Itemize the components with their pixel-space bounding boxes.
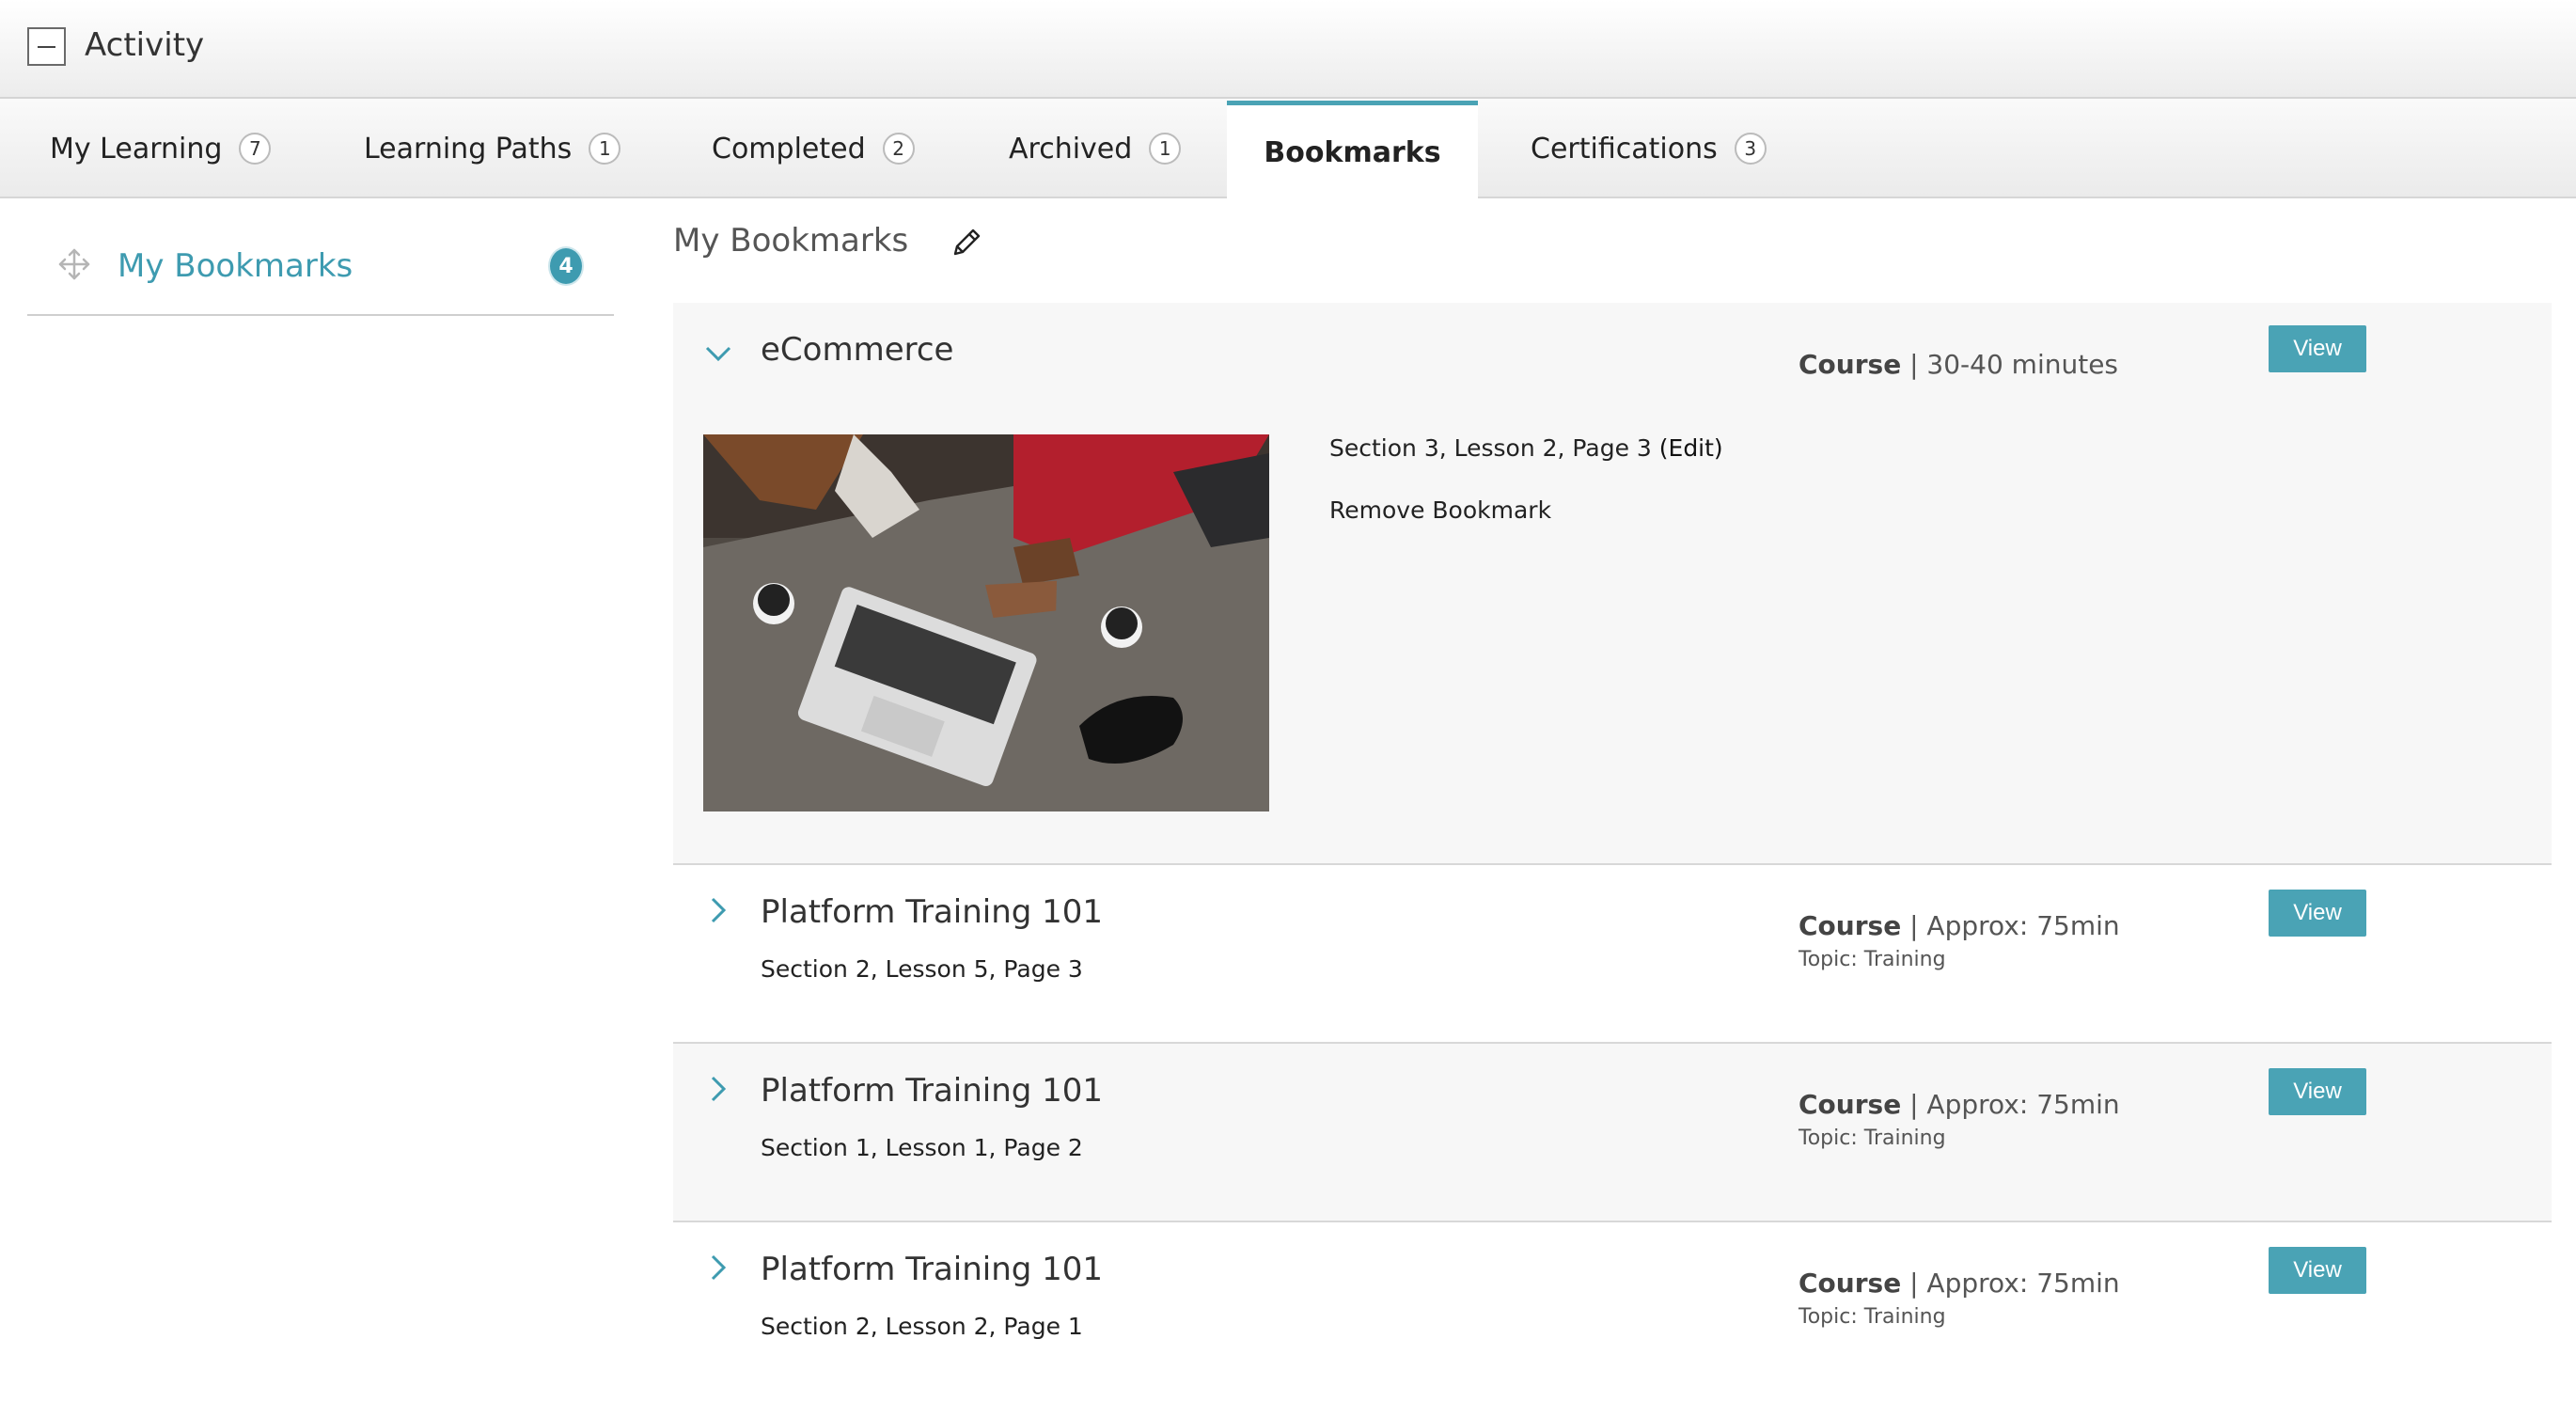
tab-count-badge: 1 xyxy=(1149,133,1182,165)
view-button[interactable]: View xyxy=(2269,890,2366,937)
bookmark-location: Section 2, Lesson 2, Page 1 xyxy=(761,1313,1083,1340)
chevron-right-icon[interactable] xyxy=(703,1253,733,1283)
course-duration: Approx: 75min xyxy=(1926,1089,2120,1120)
pencil-icon[interactable] xyxy=(950,226,983,260)
tab-completed[interactable]: Completed 2 xyxy=(712,99,915,198)
chevron-right-icon[interactable] xyxy=(703,1074,733,1104)
course-type: Course xyxy=(1798,910,1902,941)
page-title: Activity xyxy=(85,26,205,64)
bookmark-item: eCommerce Course | 30-40 minutes View Se… xyxy=(673,303,2552,865)
tab-certifications[interactable]: Certifications 3 xyxy=(1531,99,1767,198)
bookmark-location: Section 2, Lesson 5, Page 3 xyxy=(761,955,1083,983)
course-duration: Approx: 75min xyxy=(1926,1268,2120,1299)
chevron-right-icon[interactable] xyxy=(703,895,733,925)
view-button[interactable]: View xyxy=(2269,325,2366,372)
tab-count-badge: 2 xyxy=(882,133,915,165)
course-duration: Approx: 75min xyxy=(1926,910,2120,941)
course-thumbnail xyxy=(703,434,1269,811)
laptop-photo xyxy=(703,434,1269,811)
bookmark-title[interactable]: eCommerce xyxy=(761,331,953,369)
tab-learning-paths[interactable]: Learning Paths 1 xyxy=(364,99,621,198)
edit-location-link[interactable]: (Edit) xyxy=(1659,434,1723,462)
bookmark-item: Platform Training 101 Section 2, Lesson … xyxy=(673,865,2552,1044)
bookmark-count-badge: 4 xyxy=(550,248,582,284)
course-topic: Topic: Training xyxy=(1798,948,1946,971)
course-meta: Course | Approx: 75min xyxy=(1798,910,2120,941)
tab-label: Completed xyxy=(712,132,866,165)
course-type: Course xyxy=(1798,1089,1902,1120)
tab-label: Certifications xyxy=(1531,132,1718,165)
bookmark-title[interactable]: Platform Training 101 xyxy=(761,1251,1103,1288)
bookmark-location: Section 3, Lesson 2, Page 3 xyxy=(1329,434,1652,462)
bookmark-item: Platform Training 101 Section 2, Lesson … xyxy=(673,1222,2552,1401)
chevron-down-icon[interactable] xyxy=(703,339,733,369)
course-duration: 30-40 minutes xyxy=(1926,349,2119,380)
collapse-button[interactable] xyxy=(27,27,66,66)
bookmark-item: Platform Training 101 Section 1, Lesson … xyxy=(673,1044,2552,1222)
sidebar-item-my-bookmarks[interactable]: My Bookmarks 4 xyxy=(27,221,614,316)
tab-bar: My Learning 7 Learning Paths 1 Completed… xyxy=(0,99,2576,200)
move-icon[interactable] xyxy=(57,247,91,281)
course-type: Course xyxy=(1798,1268,1902,1299)
tab-archived[interactable]: Archived 1 xyxy=(1009,99,1182,198)
course-meta: Course | 30-40 minutes xyxy=(1798,349,2119,380)
view-button[interactable]: View xyxy=(2269,1247,2366,1294)
course-topic: Topic: Training xyxy=(1798,1305,1946,1329)
tab-my-learning[interactable]: My Learning 7 xyxy=(50,99,272,198)
course-type: Course xyxy=(1798,349,1902,380)
view-button[interactable]: View xyxy=(2269,1068,2366,1115)
tab-bookmarks[interactable]: Bookmarks xyxy=(1227,101,1478,200)
course-topic: Topic: Training xyxy=(1798,1127,1946,1150)
tab-count-badge: 1 xyxy=(589,133,621,165)
tab-count-badge: 7 xyxy=(239,133,272,165)
header-bar: Activity xyxy=(0,0,2576,99)
course-meta: Course | Approx: 75min xyxy=(1798,1268,2120,1299)
bookmark-title[interactable]: Platform Training 101 xyxy=(761,1072,1103,1110)
tab-label: Bookmarks xyxy=(1264,136,1441,169)
remove-bookmark-link[interactable]: Remove Bookmark xyxy=(1329,496,1551,524)
tab-label: Learning Paths xyxy=(364,132,573,165)
section-title: My Bookmarks xyxy=(673,222,909,260)
tab-count-badge: 3 xyxy=(1734,133,1767,165)
tab-label: Archived xyxy=(1009,132,1133,165)
tab-label: My Learning xyxy=(50,132,223,165)
bookmark-location-line: Section 3, Lesson 2, Page 3 (Edit) xyxy=(1329,434,1723,462)
bookmark-location: Section 1, Lesson 1, Page 2 xyxy=(761,1134,1083,1161)
bookmark-title[interactable]: Platform Training 101 xyxy=(761,893,1103,931)
course-meta: Course | Approx: 75min xyxy=(1798,1089,2120,1120)
sidebar-item-label: My Bookmarks xyxy=(118,247,353,285)
